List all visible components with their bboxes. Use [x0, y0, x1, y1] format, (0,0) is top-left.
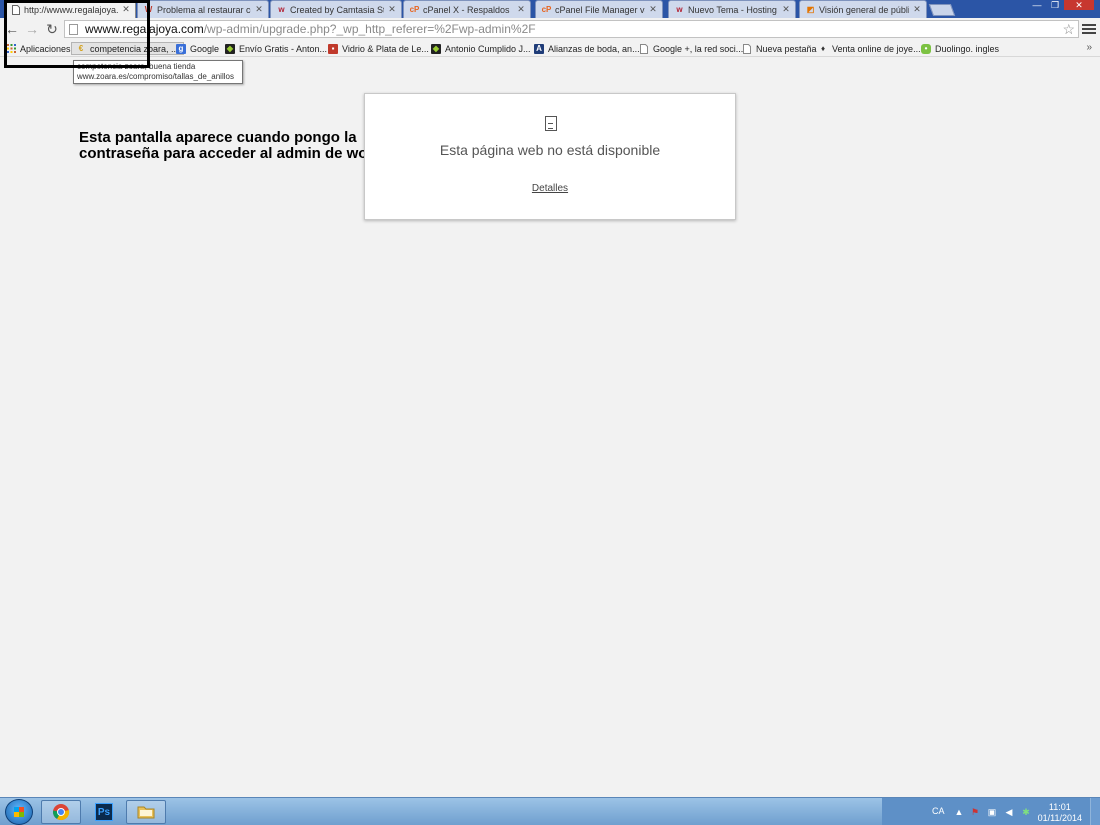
language-indicator[interactable]: CA: [932, 806, 945, 816]
bookmark-favicon-icon: ◆: [225, 43, 235, 54]
bookmark-alianzas-boda[interactable]: A Alianzas de boda, an...: [534, 42, 640, 55]
windows-taskbar: Ps CA ▲ ⚑ ▣ ◀ ✱ 11:01 01/11/2014: [0, 797, 1100, 825]
folder-icon: [137, 803, 155, 821]
bookmark-label: Envío Gratis - Anton...: [239, 43, 328, 54]
bookmark-favicon-icon: A: [534, 43, 544, 54]
google-icon: g: [176, 43, 186, 54]
close-icon[interactable]: ✕: [254, 4, 264, 15]
photoshop-icon: Ps: [95, 803, 113, 821]
volume-icon[interactable]: ◀: [1004, 807, 1014, 817]
bookmarks-bar: Aplicaciones € competencia zoara, ... g …: [0, 40, 1100, 57]
bookmark-label: Google +, la red soci...: [653, 43, 744, 54]
tab-label: Created by Camtasia Stud: [290, 4, 384, 15]
tab-label: cPanel File Manager v3: [555, 4, 645, 15]
error-title: Esta página web no está disponible: [439, 142, 661, 158]
tab-strip: http://wwww.regalajoya.c ✕ W Problema al…: [0, 0, 1100, 18]
bookmark-favicon-icon: ◆: [431, 43, 441, 54]
tab-camtasia[interactable]: w Created by Camtasia Stud ✕: [270, 0, 402, 18]
chevron-right-icon[interactable]: »: [1086, 42, 1092, 53]
tab-cpanel-respaldos[interactable]: cP cPanel X - Respaldos ✕: [403, 0, 531, 18]
tab-problema-restaurar[interactable]: W Problema al restaurar cop ✕: [137, 0, 269, 18]
webempresa-icon: w: [676, 5, 683, 14]
maximize-icon[interactable]: ❐: [1046, 0, 1064, 10]
tab-nuevo-tema[interactable]: w Nuevo Tema - Hosting W ✕: [668, 0, 796, 18]
tab-label: Visión general de público: [819, 4, 909, 15]
close-icon[interactable]: ✕: [387, 4, 397, 15]
system-tray: CA ▲ ⚑ ▣ ◀ ✱ 11:01 01/11/2014: [882, 798, 1100, 825]
page-icon: [639, 43, 649, 54]
show-desktop-button[interactable]: [1090, 798, 1100, 825]
tab-cpanel-file-manager[interactable]: cP cPanel File Manager v3 ✕: [535, 0, 663, 18]
chevron-up-icon[interactable]: ▲: [954, 807, 964, 817]
annotation-highlight-box: [4, 0, 150, 68]
taskbar-photoshop[interactable]: Ps: [85, 800, 123, 824]
bookmark-label: Venta online de joye...: [832, 43, 921, 54]
clock-date: 01/11/2014: [1037, 813, 1082, 823]
bookmark-antonio-cumplido[interactable]: ◆ Antonio Cumplido J...: [431, 42, 531, 55]
cpanel-icon: cP: [541, 5, 552, 14]
bookmark-duolingo[interactable]: • Duolingo. ingles: [921, 42, 999, 55]
bookmark-label: Google: [190, 43, 220, 54]
broken-page-icon: [545, 116, 557, 131]
new-tab-button[interactable]: [928, 4, 956, 16]
taskbar-chrome[interactable]: [41, 800, 81, 824]
minimize-icon[interactable]: —: [1028, 0, 1046, 10]
tooltip-url: www.zoara.es/compromiso/tallas_de_anillo…: [77, 72, 234, 81]
duolingo-icon: •: [921, 43, 931, 54]
bookmark-google[interactable]: g Google: [176, 42, 219, 55]
bookmark-favicon-icon: ♦: [820, 44, 826, 53]
bookmark-vidrio-plata[interactable]: ▪ Vidrio & Plata de Le...: [328, 42, 429, 55]
tab-label: Nuevo Tema - Hosting W: [688, 4, 778, 15]
bookmark-venta-online[interactable]: ♦ Venta online de joye...: [818, 42, 921, 55]
shield-icon[interactable]: ✱: [1021, 807, 1031, 817]
clock[interactable]: 11:01 01/11/2014: [1038, 802, 1082, 824]
page-icon: [742, 43, 752, 54]
tab-label: Problema al restaurar cop: [157, 4, 251, 15]
start-button[interactable]: [5, 799, 33, 825]
details-link[interactable]: Detalles: [365, 183, 735, 194]
bookmark-label: Alianzas de boda, an...: [548, 43, 640, 54]
analytics-icon: ◩: [806, 5, 815, 14]
close-icon[interactable]: ✕: [912, 4, 922, 15]
window-controls: — ❐ ✕: [1028, 0, 1094, 10]
address-bar[interactable]: wwww.regalajoya.com /wp-admin/upgrade.ph…: [64, 20, 1079, 38]
hamburger-menu-icon[interactable]: [1082, 21, 1096, 37]
url-path: /wp-admin/upgrade.php?_wp_http_referer=%…: [203, 22, 536, 36]
bookmark-label: Vidrio & Plata de Le...: [342, 43, 429, 54]
action-center-flag-icon[interactable]: ⚑: [970, 807, 980, 817]
bookmark-label: Nueva pestaña: [756, 43, 817, 54]
bookmark-favicon-icon: ▪: [328, 43, 338, 54]
browser-toolbar: ← → ↻ wwww.regalajoya.com /wp-admin/upgr…: [0, 18, 1100, 40]
error-card: Esta página web no está disponible Detal…: [364, 93, 736, 220]
cpanel-icon: cP: [409, 5, 420, 14]
close-icon[interactable]: ✕: [516, 4, 526, 15]
bookmark-label: Antonio Cumplido J...: [445, 43, 531, 54]
window-close-icon[interactable]: ✕: [1064, 0, 1094, 10]
bookmark-label: Duolingo. ingles: [935, 43, 1000, 54]
close-icon[interactable]: ✕: [648, 4, 658, 15]
bookmark-google-plus[interactable]: Google +, la red soci...: [639, 42, 743, 55]
bookmark-envio-gratis[interactable]: ◆ Envío Gratis - Anton...: [225, 42, 327, 55]
webempresa-icon: w: [278, 5, 285, 14]
bookmark-nueva-pestana[interactable]: Nueva pestaña: [742, 42, 817, 55]
tab-vision-general[interactable]: ◩ Visión general de público ✕: [799, 0, 927, 18]
taskbar-explorer[interactable]: [126, 800, 166, 824]
clock-time: 11:01: [1048, 802, 1071, 812]
network-icon[interactable]: ▣: [987, 807, 997, 817]
star-icon[interactable]: ☆: [1062, 21, 1075, 38]
tab-label: cPanel X - Respaldos: [423, 4, 510, 15]
close-icon[interactable]: ✕: [781, 4, 791, 15]
chrome-icon: [52, 803, 70, 821]
